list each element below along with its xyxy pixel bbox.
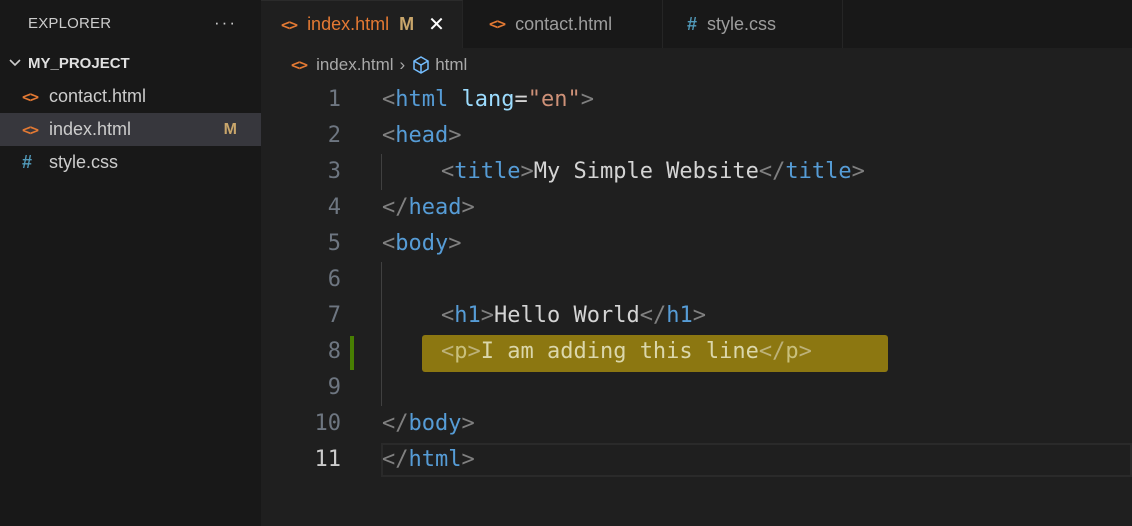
code-editor[interactable]: 1 <html lang="en"> 2 <head> 3 <title>My … [261,82,1132,526]
code-line: 3 <title>My Simple Website</title> [261,154,1132,190]
code-line: 1 <html lang="en"> [261,82,1132,118]
file-item-index[interactable]: <> index.html M [0,113,261,146]
code-text: <body> [382,231,462,256]
line-number: 5 [327,231,341,256]
editor-area: <> index.html M ✕ <> contact.html # styl… [261,0,1132,526]
line-number: 8 [327,339,341,364]
symbol-cube-icon [411,55,431,75]
code-text: <html lang="en"> [382,87,594,112]
html-file-icon: <> [281,15,298,34]
close-icon[interactable]: ✕ [428,12,445,37]
code-text: </body> [382,411,475,436]
tab-label: contact.html [515,13,613,34]
explorer-sidebar: EXPLORER ··· MY_PROJECT <> contact.html … [0,0,261,526]
tab-label: style.css [707,13,777,34]
html-file-icon: <> [291,56,308,74]
css-file-icon: # [687,13,698,34]
tab-label: index.html [307,14,390,34]
code-text: </head> [382,195,475,220]
chevron-down-icon[interactable] [6,56,24,70]
line-number: 1 [327,87,341,112]
project-folder[interactable]: MY_PROJECT [0,46,261,80]
tab-bar-empty-space [843,0,1132,48]
html-file-icon: <> [489,15,506,33]
tab-style-css[interactable]: # style.css [663,0,843,48]
file-name: contact.html [49,86,147,106]
code-text: <p>I am adding this line</p> [441,339,812,364]
more-actions-icon[interactable]: ··· [214,13,237,33]
line-number: 2 [327,123,341,148]
chevron-right-icon: › [399,55,406,74]
code-line: 9 [261,370,1132,406]
code-line: 6 [261,262,1132,298]
code-text: </html> [382,447,475,472]
line-number: 4 [327,195,341,220]
line-number: 3 [327,159,341,184]
file-name: index.html [49,119,132,139]
html-file-icon: <> [22,120,39,139]
code-line: 5 <body> [261,226,1132,262]
tab-contact-html[interactable]: <> contact.html [463,0,663,48]
code-line: 7 <h1>Hello World</h1> [261,298,1132,334]
line-number: 9 [327,375,341,400]
file-item-style[interactable]: # style.css [0,146,261,179]
explorer-title: EXPLORER [28,14,112,32]
breadcrumb: <> index.html › html [261,48,1132,82]
line-number: 10 [314,411,342,436]
modified-badge: M [399,14,415,34]
line-number: 6 [327,267,341,292]
code-text: <h1>Hello World</h1> [441,303,706,328]
code-line: 4 </head> [261,190,1132,226]
code-text: <title>My Simple Website</title> [441,159,865,184]
html-file-icon: <> [22,87,39,106]
breadcrumb-symbol[interactable]: html [435,55,467,75]
code-text: <head> [382,123,462,148]
file-name: style.css [49,152,119,172]
explorer-header: EXPLORER ··· [0,0,261,46]
code-line: 2 <head> [261,118,1132,154]
css-file-icon: # [22,152,33,172]
code-line: 11 </html> [261,442,1132,478]
line-number: 11 [314,447,342,472]
tab-index-html[interactable]: <> index.html M ✕ [261,0,463,48]
line-number: 7 [327,303,341,328]
code-line: 10 </body> [261,406,1132,442]
code-line: 8 <p>I am adding this line</p> [261,334,1132,370]
tab-bar: <> index.html M ✕ <> contact.html # styl… [261,0,1132,48]
folder-name: MY_PROJECT [28,54,130,72]
modified-badge: M [223,120,237,138]
file-item-contact[interactable]: <> contact.html [0,80,261,113]
breadcrumb-file[interactable]: index.html [316,55,393,75]
